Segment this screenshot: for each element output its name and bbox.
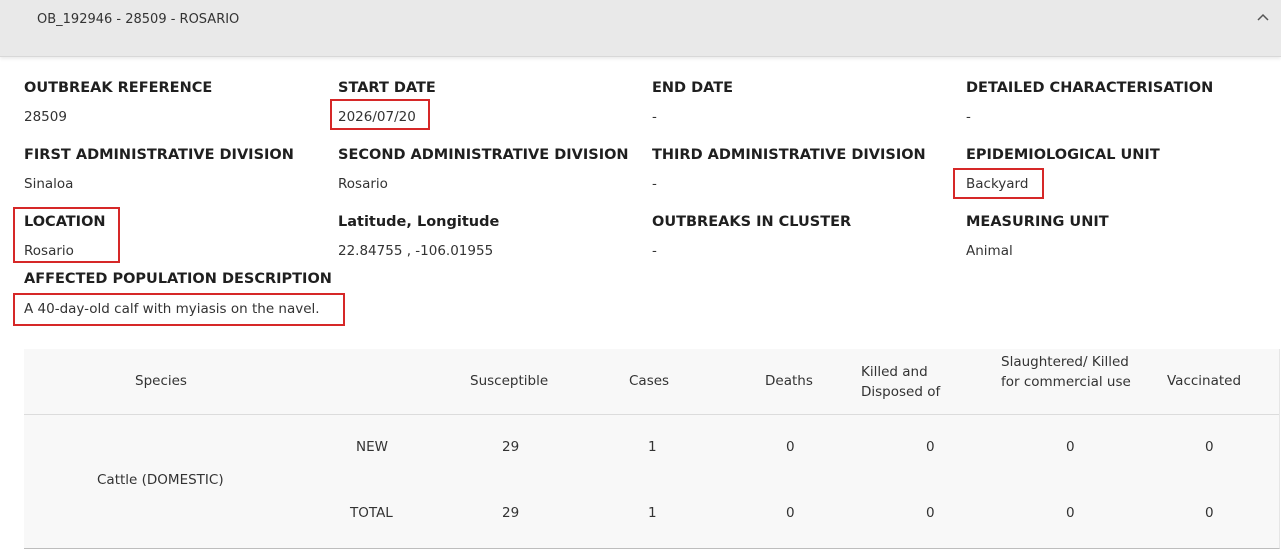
first-admin-division-label: FIRST ADMINISTRATIVE DIVISION bbox=[24, 147, 294, 163]
row-type: TOTAL bbox=[350, 505, 393, 521]
outbreak-reference-label: OUTBREAK REFERENCE bbox=[24, 80, 213, 96]
outbreaks-in-cluster-label: OUTBREAKS IN CLUSTER bbox=[652, 214, 852, 230]
second-admin-division-label: SECOND ADMINISTRATIVE DIVISION bbox=[338, 147, 629, 163]
header-cases: Cases bbox=[629, 373, 670, 389]
outbreak-header[interactable]: OB_192946 - 28509 - ROSARIO bbox=[0, 0, 1281, 57]
second-admin-division-value: Rosario bbox=[338, 176, 388, 192]
epidemiological-unit-highlight bbox=[953, 168, 1044, 199]
outbreak-reference-value: 28509 bbox=[24, 109, 67, 125]
cell-susceptible: 29 bbox=[502, 505, 520, 521]
header-vaccinated: Vaccinated bbox=[1167, 373, 1242, 389]
cell-vaccinated: 0 bbox=[1205, 505, 1214, 521]
third-admin-division-label: THIRD ADMINISTRATIVE DIVISION bbox=[652, 147, 926, 163]
cell-susceptible: 29 bbox=[502, 439, 520, 455]
cell-deaths: 0 bbox=[786, 505, 795, 521]
header-deaths: Deaths bbox=[765, 373, 813, 389]
chevron-up-icon[interactable] bbox=[1255, 10, 1271, 26]
outbreaks-in-cluster-value: - bbox=[652, 243, 657, 259]
detailed-characterisation-value: - bbox=[966, 109, 971, 125]
row-type: NEW bbox=[356, 439, 388, 455]
cell-cases: 1 bbox=[648, 505, 657, 521]
header-susceptible: Susceptible bbox=[470, 373, 549, 389]
measuring-unit-label: MEASURING UNIT bbox=[966, 214, 1109, 230]
header-species: Species bbox=[135, 373, 187, 389]
end-date-value: - bbox=[652, 109, 657, 125]
table-header-row: Species Susceptible Cases Deaths Killed … bbox=[24, 349, 1279, 415]
third-admin-division-value: - bbox=[652, 176, 657, 192]
cell-slaughtered: 0 bbox=[1066, 439, 1075, 455]
start-date-highlight bbox=[330, 99, 430, 130]
cell-vaccinated: 0 bbox=[1205, 439, 1214, 455]
cell-deaths: 0 bbox=[786, 439, 795, 455]
header-killed-disposed: Killed and Disposed of bbox=[861, 364, 941, 400]
start-date-label: START DATE bbox=[338, 80, 436, 96]
location-highlight bbox=[13, 207, 120, 263]
detailed-characterisation-label: DETAILED CHARACTERISATION bbox=[966, 80, 1214, 96]
affected-population-highlight bbox=[13, 293, 345, 326]
first-admin-division-value: Sinaloa bbox=[24, 176, 74, 192]
cell-slaughtered: 0 bbox=[1066, 505, 1075, 521]
header-slaughtered: Slaughtered/ Killed for commercial use bbox=[1001, 354, 1131, 390]
epidemiological-unit-label: EPIDEMIOLOGICAL UNIT bbox=[966, 147, 1160, 163]
cell-killed-disposed: 0 bbox=[926, 505, 935, 521]
species-table: Species Susceptible Cases Deaths Killed … bbox=[24, 349, 1280, 549]
affected-population-label: AFFECTED POPULATION DESCRIPTION bbox=[24, 271, 332, 287]
measuring-unit-value: Animal bbox=[966, 243, 1013, 259]
cell-killed-disposed: 0 bbox=[926, 439, 935, 455]
cell-cases: 1 bbox=[648, 439, 657, 455]
species-name: Cattle (DOMESTIC) bbox=[97, 472, 224, 488]
lat-long-label: Latitude, Longitude bbox=[338, 214, 500, 230]
lat-long-value: 22.84755 , -106.01955 bbox=[338, 243, 494, 259]
outbreak-title: OB_192946 - 28509 - ROSARIO bbox=[37, 12, 240, 27]
end-date-label: END DATE bbox=[652, 80, 734, 96]
